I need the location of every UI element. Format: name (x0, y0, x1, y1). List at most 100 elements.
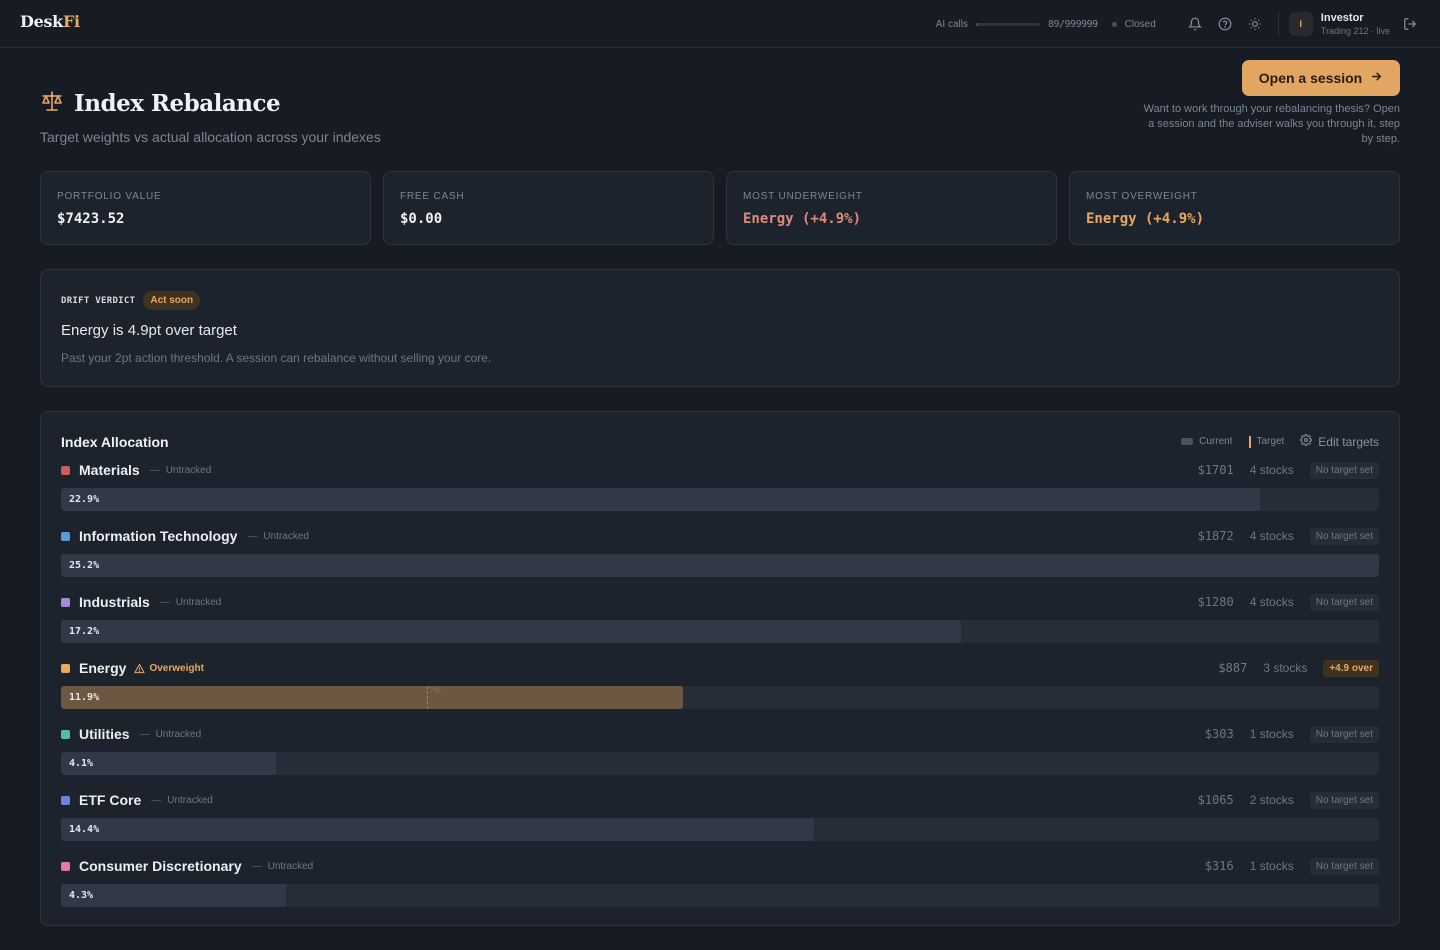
tracking-status: Untracked (165, 464, 212, 476)
stock-count: 3 stocks (1263, 661, 1308, 675)
app-logo[interactable]: DeskFi (20, 12, 80, 31)
ai-calls-label: AI calls (935, 18, 968, 30)
market-status: Closed (1124, 18, 1156, 30)
index-color-swatch (61, 795, 70, 805)
allocation-percent: 11.9% (69, 692, 100, 703)
stat-card-free-cash: FREE CASH $0.00 (383, 171, 714, 245)
target-status-badge: No target set (1309, 527, 1379, 545)
allocation-bar-fill (61, 686, 683, 709)
allocation-row-header: Utilities — Untracked $303 1 stocks No target… (61, 724, 1379, 744)
allocation-row-header: Energy Overweight $887 3 stocks +4.9 over (61, 658, 1379, 678)
index-amount: $887 (1218, 661, 1248, 675)
index-allocation-panel: Index Allocation Current Target Edit tar… (40, 411, 1400, 926)
tracking-status: Untracked (175, 596, 222, 608)
allocation-row[interactable]: Information Technology — Untracked $1872 4 s… (61, 526, 1379, 592)
index-color-swatch (61, 597, 70, 607)
allocation-row[interactable]: Industrials — Untracked $1280 4 stocks No tar… (61, 592, 1379, 658)
index-amount: $1701 (1197, 463, 1234, 477)
tracking-status: Untracked (263, 530, 309, 542)
help-icon[interactable] (1210, 9, 1240, 39)
open-session-label: Open a session (1258, 70, 1363, 86)
index-amount: $303 (1204, 727, 1234, 741)
edit-targets-button[interactable]: Edit targets (1300, 434, 1379, 449)
index-name: Consumer Discretionary (79, 858, 242, 874)
tracking-status: Untracked (167, 794, 213, 806)
drift-verdict-title: Energy is 4.9pt over target (61, 322, 237, 339)
index-name: ETF Core (79, 792, 142, 808)
index-name: Information Technology (79, 528, 238, 544)
stock-count: 1 stocks (1249, 859, 1294, 873)
stat-card-portfolio-value: PORTFOLIO VALUE $7423.52 (40, 171, 371, 245)
allocation-bar-fill (61, 752, 276, 775)
allocation-row[interactable]: Materials — Untracked $1701 4 stocks No targe… (61, 460, 1379, 526)
avatar[interactable]: I (1288, 12, 1313, 36)
page-subtitle: Target weights vs actual allocation acro… (40, 129, 381, 145)
stat-card-most-underweight: MOST UNDERWEIGHT Energy (+4.9%) (726, 171, 1057, 245)
open-session-button[interactable]: Open a session (1242, 60, 1400, 96)
allocation-legend: Current Target Edit targets (1181, 434, 1379, 449)
allocation-percent: 22.9% (69, 494, 100, 505)
allocation-bar-track: 22.9% (61, 488, 1379, 511)
index-color-swatch (61, 861, 70, 871)
allocation-percent: 14.4% (69, 824, 100, 835)
stat-label: FREE CASH (400, 191, 465, 202)
top-bar-right: AI calls 89/999999 Closed I Investor Tra… (936, 0, 1420, 48)
separator-dash: — (151, 794, 162, 806)
session-help-text: Want to work through your rebalancing th… (1143, 103, 1400, 145)
allocation-bar-track: 14.4% (61, 818, 1379, 841)
target-status-badge: No target set (1309, 725, 1379, 743)
bell-icon[interactable] (1180, 9, 1210, 39)
page-title: Index Rebalance (74, 90, 281, 117)
index-color-swatch (61, 663, 70, 673)
user-account: Trading 212 · live (1320, 26, 1390, 36)
index-color-swatch (61, 729, 70, 739)
drift-verdict-label: DRIFT VERDICT (61, 295, 136, 306)
allocation-row-meta: $1872 4 stocks No target set (1198, 526, 1379, 546)
allocation-percent: 4.3% (69, 890, 94, 901)
allocation-bar-fill (61, 884, 286, 907)
allocation-row[interactable]: ETF Core — Untracked $1065 2 stocks No target… (61, 790, 1379, 856)
index-color-swatch (61, 531, 70, 541)
ai-calls-meter-fill (975, 22, 978, 26)
legend-current: Current (1199, 436, 1233, 447)
separator-dash: — (251, 860, 262, 872)
index-color-swatch (61, 465, 70, 475)
stock-count: 4 stocks (1249, 529, 1294, 543)
allocation-bar-track: 17.2% (61, 620, 1379, 643)
stat-label: PORTFOLIO VALUE (57, 191, 162, 202)
user-menu[interactable]: Investor Trading 212 · live (1321, 12, 1390, 36)
allocation-row[interactable]: Consumer Discretionary — Untracked $316 1 st… (61, 856, 1379, 922)
allocation-row-meta: $303 1 stocks No target set (1205, 724, 1379, 744)
tracking-status: Untracked (267, 860, 314, 872)
index-name: Utilities (79, 726, 130, 742)
allocation-row-meta: $1065 2 stocks No target set (1198, 790, 1379, 810)
allocation-row-header: Consumer Discretionary — Untracked $316 1 st… (61, 856, 1379, 876)
separator-dash: — (247, 530, 258, 542)
allocation-row-meta: $1280 4 stocks No target set (1198, 592, 1379, 612)
stat-value: Energy (+4.9%) (743, 211, 862, 227)
separator-dash: — (149, 464, 160, 476)
target-marker-label: 7% (429, 686, 441, 695)
index-name: Materials (79, 462, 140, 478)
warning-icon (134, 663, 146, 674)
drift-verdict-card: DRIFT VERDICT Act soon Energy is 4.9pt o… (40, 269, 1400, 387)
allocation-title: Index Allocation (61, 434, 169, 450)
page-header: Index Rebalance (40, 90, 281, 117)
top-bar-divider (1277, 11, 1279, 37)
allocation-percent: 25.2% (69, 560, 100, 571)
stat-label: MOST OVERWEIGHT (1086, 191, 1198, 202)
market-status-dot (1111, 21, 1117, 27)
logout-icon[interactable] (1400, 9, 1420, 39)
index-amount: $1065 (1197, 793, 1234, 807)
allocation-bar-fill (61, 488, 1260, 511)
allocation-row[interactable]: Utilities — Untracked $303 1 stocks No target… (61, 724, 1379, 790)
allocation-row[interactable]: Energy Overweight $887 3 stocks +4.9 over 7% 1… (61, 658, 1379, 724)
sun-icon[interactable] (1240, 9, 1270, 39)
allocation-bar-fill (61, 620, 961, 643)
edit-targets-label: Edit targets (1318, 434, 1379, 449)
target-status-badge: No target set (1309, 791, 1379, 809)
allocation-row-header: Industrials — Untracked $1280 4 stocks No tar… (61, 592, 1379, 612)
scale-icon (40, 90, 64, 117)
allocation-row-header: ETF Core — Untracked $1065 2 stocks No target… (61, 790, 1379, 810)
index-name: Energy (79, 660, 127, 676)
